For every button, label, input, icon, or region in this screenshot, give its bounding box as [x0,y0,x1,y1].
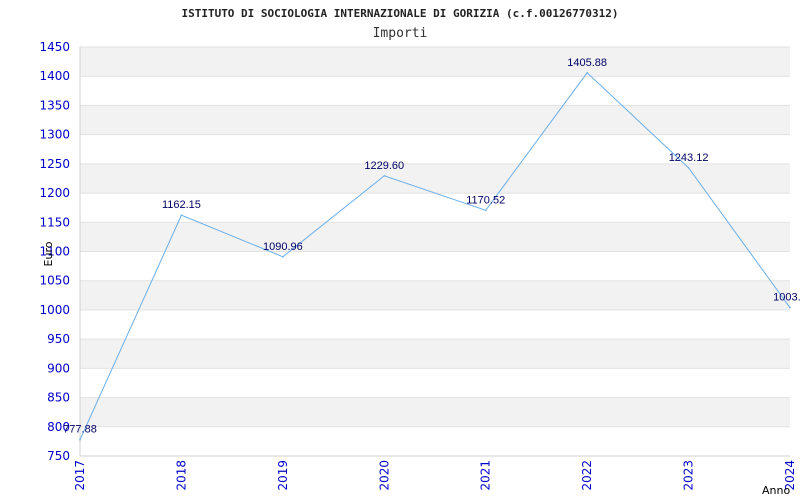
x-axis-label: Anno [762,484,790,497]
grid-band [80,105,790,135]
x-tick-label: 2017 [73,460,87,491]
data-point [586,71,588,74]
data-point [383,174,386,177]
data-label: 1090.96 [263,241,303,253]
data-point [687,167,690,169]
grid-band [80,397,790,427]
grid-band [80,47,790,77]
y-tick-label: 750 [47,449,70,463]
y-axis-label: Euro [42,241,55,266]
data-label: 1003.9 [773,292,800,304]
grid-band [80,222,790,252]
y-tick-label: 1150 [39,215,70,229]
y-tick-label: 1300 [39,128,70,142]
y-tick-label: 1000 [39,303,70,317]
x-tick-label: 2018 [174,460,188,491]
grid-band [80,280,790,310]
data-point [484,209,487,212]
y-tick-label: 1050 [39,274,70,288]
y-tick-label: 1250 [39,157,70,171]
y-tick-label: 900 [47,361,70,375]
data-point [180,214,183,216]
x-tick-label: 2021 [479,460,493,491]
data-point [282,255,284,258]
data-point [79,438,81,441]
data-label: 1170.52 [466,194,505,206]
x-axis-ticks: 2017 2018 2019 2020 2021 2022 2023 2024 [73,460,797,491]
y-tick-label: 1450 [39,40,70,54]
y-tick-label: 850 [47,391,70,405]
y-tick-label: 1200 [39,186,70,200]
data-label: 1162.15 [162,199,201,211]
grid-band [80,339,790,369]
y-tick-label: 1350 [39,98,70,112]
chart-subtitle: Importi [373,26,428,41]
y-tick-label: 1400 [39,69,70,83]
plot-background [79,46,790,457]
data-label: 1405.88 [567,57,607,69]
data-label: 1229.60 [364,160,404,172]
x-tick-label: 2023 [682,460,696,491]
line-chart: ISTITUTO DI SOCIOLOGIA INTERNAZIONALE DI… [39,7,800,497]
data-point [789,306,791,309]
x-tick-label: 2020 [377,460,391,491]
y-tick-label: 950 [47,332,70,346]
chart-title: ISTITUTO DI SOCIOLOGIA INTERNAZIONALE DI… [181,7,618,20]
grid-band [80,163,790,194]
x-tick-label: 2019 [276,460,290,491]
data-label: 777.88 [63,424,97,436]
data-label: 1243.12 [669,152,709,164]
x-tick-label: 2022 [580,460,594,491]
